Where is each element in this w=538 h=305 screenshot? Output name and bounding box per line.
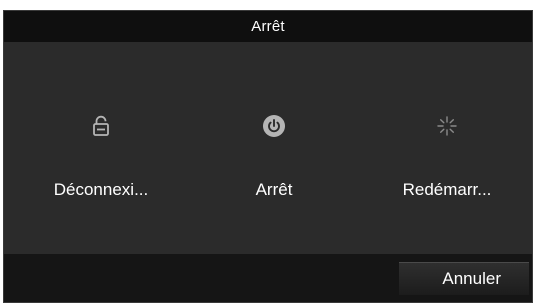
- cancel-button-label: Annuler: [442, 269, 501, 288]
- cancel-button[interactable]: Annuler: [399, 262, 529, 295]
- reboot-option[interactable]: Redémarr...: [359, 42, 532, 254]
- dialog-title: Arrêt: [251, 18, 285, 35]
- lock-icon: [93, 115, 109, 136]
- dialog-titlebar: Arrêt: [4, 11, 532, 42]
- reboot-label: Redémarr...: [402, 180, 492, 199]
- restart-icon: [437, 116, 457, 136]
- logout-option[interactable]: Déconnexi...: [13, 42, 189, 254]
- shutdown-option[interactable]: Arrêt: [186, 42, 362, 254]
- logout-label: Déconnexi...: [53, 180, 149, 199]
- shutdown-label: Arrêt: [255, 180, 293, 199]
- power-icon: [263, 115, 285, 137]
- shutdown-dialog: Arrêt Déconnexi... Arrêt Redémarr... Ann…: [3, 10, 533, 303]
- dialog-options: Déconnexi... Arrêt Redémarr...: [4, 42, 532, 254]
- dialog-footer: Annuler: [4, 254, 532, 302]
